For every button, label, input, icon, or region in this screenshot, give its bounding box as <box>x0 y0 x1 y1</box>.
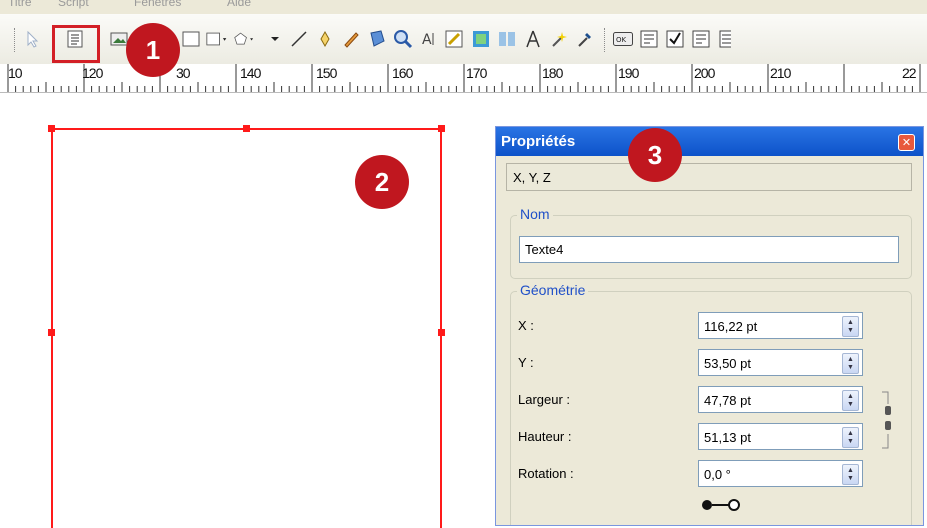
width-label: Largeur : <box>518 392 571 407</box>
width-value: 47,78 pt <box>704 393 751 408</box>
resize-handle-right[interactable] <box>438 329 445 336</box>
tab-xyz[interactable]: X, Y, Z <box>506 163 912 191</box>
compass-icon[interactable] <box>522 28 544 50</box>
spinner-arrows-icon[interactable]: ▲ ▼ <box>842 464 859 485</box>
spinner-arrows-icon[interactable]: ▲ ▼ <box>842 390 859 411</box>
tool-highlight-box <box>52 25 100 63</box>
properties-panel: Propriétés ✕ X, Y, Z Nom Texte4 Géométri… <box>495 126 924 526</box>
panel-title: Propriétés <box>501 133 576 150</box>
x-label: X : <box>518 318 534 333</box>
rotation-spinbox[interactable]: 0,0 ° ▲ ▼ <box>698 460 863 487</box>
y-value: 53,50 pt <box>704 356 751 371</box>
polygon-dropdown-icon[interactable] <box>264 28 286 50</box>
ruler-label: 160 <box>392 65 413 81</box>
pdf-button-icon[interactable]: OK <box>612 28 634 50</box>
geometry-group-title: Géométrie <box>517 282 589 298</box>
ruler-label: 22 <box>902 65 917 81</box>
table-icon[interactable] <box>180 28 202 50</box>
rotation-value: 0,0 ° <box>704 467 731 482</box>
height-label: Hauteur : <box>518 429 572 444</box>
resize-handle-top-right[interactable] <box>438 125 445 132</box>
svg-text:A: A <box>422 32 432 48</box>
pdf-combobox-icon[interactable] <box>690 28 712 50</box>
ruler-label: 190 <box>618 65 639 81</box>
shape-icon[interactable] <box>206 28 228 50</box>
name-group-title: Nom <box>517 206 553 222</box>
callout-badge-2: 2 <box>355 155 409 209</box>
panel-titlebar[interactable]: Propriétés ✕ <box>496 127 923 156</box>
basepoint-connector-icon[interactable] <box>701 498 741 515</box>
pdf-listbox-icon[interactable] <box>714 28 736 50</box>
y-spinbox[interactable]: 53,50 pt ▲ ▼ <box>698 349 863 376</box>
spinner-arrows-icon[interactable]: ▲ ▼ <box>842 427 859 448</box>
menu-item-aide[interactable]: Aide <box>227 0 251 9</box>
x-spinbox[interactable]: 116,22 pt ▲ ▼ <box>698 312 863 339</box>
pdf-textfield-icon[interactable] <box>638 28 660 50</box>
svg-text:OK: OK <box>616 36 627 44</box>
ruler-label: 120 <box>82 65 103 81</box>
resize-handle-top[interactable] <box>243 125 250 132</box>
close-icon[interactable]: ✕ <box>898 134 915 151</box>
bezier-icon[interactable] <box>314 28 336 50</box>
ruler-label: 170 <box>466 65 487 81</box>
callout-badge-3: 3 <box>628 128 682 182</box>
y-label: Y : <box>518 355 534 370</box>
ruler-label: 140 <box>240 65 261 81</box>
toolbar-separator <box>14 28 17 52</box>
rotation-row: Rotation : 0,0 ° ▲ ▼ <box>518 460 898 488</box>
menu-item-titre[interactable]: Titre <box>8 0 32 9</box>
menu-item-script[interactable]: Script <box>58 0 89 9</box>
callout-badge-1: 1 <box>126 23 180 77</box>
pdf-checkbox-icon[interactable] <box>664 28 686 50</box>
polygon-icon[interactable] <box>234 28 256 50</box>
width-row: Largeur : 47,78 pt ▲ ▼ <box>518 386 898 414</box>
x-value: 116,22 pt <box>704 319 758 334</box>
ruler-label: 180 <box>542 65 563 81</box>
link-frames-icon[interactable] <box>444 28 466 50</box>
width-spinbox[interactable]: 47,78 pt ▲ ▼ <box>698 386 863 413</box>
rotate-icon[interactable] <box>366 28 388 50</box>
height-row: Hauteur : 51,13 pt ▲ ▼ <box>518 423 898 451</box>
ruler-label: 150 <box>316 65 337 81</box>
name-field[interactable]: Texte4 <box>519 236 899 263</box>
copy-properties-icon[interactable] <box>548 28 570 50</box>
eyedropper-icon[interactable] <box>574 28 596 50</box>
x-row: X : 116,22 pt ▲ ▼ <box>518 312 898 340</box>
y-row: Y : 53,50 pt ▲ ▼ <box>518 349 898 377</box>
edit-text-icon[interactable]: A <box>418 28 440 50</box>
resize-handle-left[interactable] <box>48 329 55 336</box>
ruler-label: 30 <box>176 65 191 81</box>
name-group: Nom Texte4 <box>510 206 912 279</box>
ruler-label: 200 <box>694 65 715 81</box>
height-spinbox[interactable]: 51,13 pt ▲ ▼ <box>698 423 863 450</box>
rotation-label: Rotation : <box>518 466 574 481</box>
chain-link-icon[interactable] <box>880 390 896 453</box>
freehand-icon[interactable] <box>340 28 362 50</box>
spinner-arrows-icon[interactable]: ▲ ▼ <box>842 316 859 337</box>
zoom-icon[interactable] <box>392 28 414 50</box>
height-value: 51,13 pt <box>704 430 751 445</box>
toolbar-separator <box>604 28 607 52</box>
line-icon[interactable] <box>288 28 310 50</box>
menu-bar: Titre Script Fenêtres Aide <box>0 0 927 14</box>
measure-icon[interactable] <box>496 28 518 50</box>
menu-item-fenetres[interactable]: Fenêtres <box>134 0 181 9</box>
ruler-label: 210 <box>770 65 791 81</box>
geometry-group: Géométrie X : 116,22 pt ▲ ▼ Y : 53,50 pt … <box>510 282 912 525</box>
ruler-label: 10 <box>8 65 23 81</box>
resize-handle-top-left[interactable] <box>48 125 55 132</box>
select-icon[interactable] <box>22 28 44 50</box>
spinner-arrows-icon[interactable]: ▲ ▼ <box>842 353 859 374</box>
unlink-frames-icon[interactable] <box>470 28 492 50</box>
